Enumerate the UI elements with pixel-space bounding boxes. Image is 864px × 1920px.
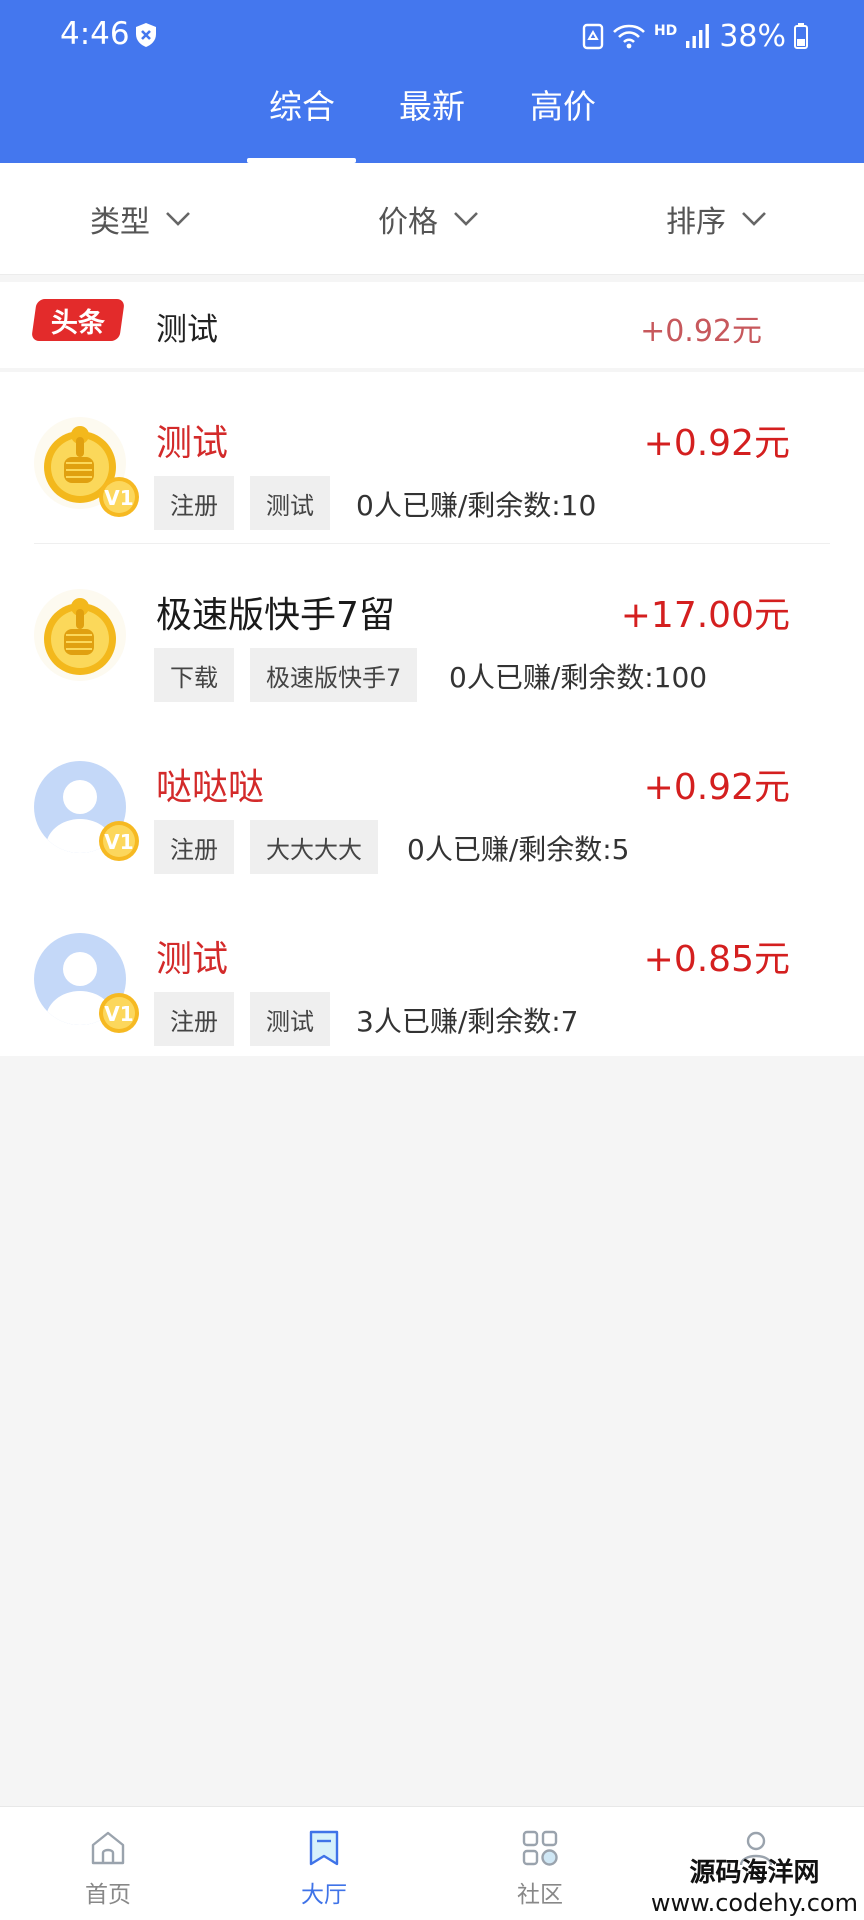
- watermark: 源码海洋网 www.codehy.com: [651, 1858, 858, 1918]
- task-tag: 下载: [154, 648, 234, 702]
- vip-level-icon: V1: [99, 821, 139, 861]
- task-item[interactable]: V1 测试 +0.92元 注册 测试 0人已赚/剩余数:10: [0, 372, 864, 544]
- task-tag: 注册: [154, 820, 234, 874]
- nav-home[interactable]: 首页: [48, 1827, 168, 1909]
- filter-price-label: 价格: [378, 205, 438, 240]
- task-tag: 注册: [154, 476, 234, 530]
- headline-title: 测试: [156, 312, 218, 348]
- nav-community[interactable]: 社区: [480, 1827, 600, 1909]
- watermark-line1: 源码海洋网: [689, 1858, 820, 1888]
- chevron-down-icon: [454, 212, 478, 226]
- headline-badge: 头条: [31, 299, 125, 341]
- nav-hall[interactable]: 大厅: [264, 1827, 384, 1909]
- task-reward: +0.92元: [643, 767, 790, 808]
- thumbs-up-coin-avatar: [34, 589, 126, 681]
- task-stats: 0人已赚/剩余数:5: [407, 833, 630, 866]
- vip-level-icon: V1: [99, 477, 139, 517]
- home-icon: [91, 1831, 125, 1865]
- headline-banner[interactable]: 头条 测试 +0.92元: [0, 282, 864, 368]
- hall-icon: [309, 1830, 339, 1866]
- task-title: 哒哒哒: [156, 767, 265, 808]
- shield-icon: [136, 23, 156, 47]
- status-right-group: HD 38%: [582, 16, 808, 56]
- task-reward: +0.92元: [643, 423, 790, 464]
- recycle-icon: [582, 23, 604, 50]
- tab-bar: 综合 最新 高价: [0, 76, 864, 163]
- app-header: 4:46 HD 38% 综合 最新 高价: [0, 0, 864, 163]
- task-stats: 0人已赚/剩余数:100: [449, 661, 708, 694]
- task-title: 极速版快手7留: [156, 595, 395, 636]
- task-tag: 测试: [250, 476, 330, 530]
- task-stats: 0人已赚/剩余数:10: [356, 489, 597, 522]
- nav-home-label: 首页: [85, 1882, 131, 1908]
- nav-community-label: 社区: [517, 1882, 563, 1908]
- chevron-down-icon: [742, 212, 766, 226]
- filter-type-label: 类型: [90, 205, 150, 240]
- task-list: V1 测试 +0.92元 注册 测试 0人已赚/剩余数:10 极速版快手7留 +…: [0, 372, 864, 1056]
- task-tag: 极速版快手7: [250, 648, 418, 702]
- task-item[interactable]: V1 测试 +0.85元 注册 测试 3人已赚/剩余数:7: [0, 888, 864, 1060]
- task-item[interactable]: 极速版快手7留 +17.00元 下载 极速版快手7 0人已赚/剩余数:100: [0, 544, 864, 716]
- battery-icon: [794, 23, 808, 49]
- wifi-icon: [613, 24, 645, 49]
- task-item[interactable]: V1 哒哒哒 +0.92元 注册 大大大大 0人已赚/剩余数:5: [0, 716, 864, 888]
- task-tag: 注册: [154, 992, 234, 1046]
- tab-latest[interactable]: 最新: [377, 80, 487, 128]
- status-time: 4:46: [60, 16, 130, 52]
- filter-sort[interactable]: 排序: [666, 197, 768, 241]
- task-title: 测试: [156, 423, 229, 464]
- filter-type[interactable]: 类型: [90, 197, 192, 241]
- tab-comprehensive[interactable]: 综合: [247, 80, 357, 128]
- tab-high-price[interactable]: 高价: [508, 80, 618, 128]
- grid-icon: [522, 1830, 558, 1866]
- status-bar: 4:46 HD 38%: [0, 0, 864, 70]
- task-title: 测试: [156, 939, 229, 980]
- headline-reward: +0.92元: [640, 314, 762, 349]
- watermark-line2: www.codehy.com: [650, 1889, 858, 1917]
- task-reward: +0.85元: [643, 939, 790, 980]
- svg-text:V1: V1: [104, 1002, 133, 1026]
- nav-hall-label: 大厅: [301, 1882, 347, 1908]
- signal-icon: [686, 24, 710, 48]
- task-tag: 测试: [250, 992, 330, 1046]
- network-label: HD: [653, 23, 678, 39]
- task-stats: 3人已赚/剩余数:7: [356, 1005, 579, 1038]
- chevron-down-icon: [166, 212, 190, 226]
- task-tag: 大大大大: [250, 820, 378, 874]
- battery-percent: 38%: [719, 18, 786, 54]
- filter-price[interactable]: 价格: [378, 197, 480, 241]
- headline-badge-text: 头条: [51, 307, 105, 339]
- filter-sort-label: 排序: [666, 205, 726, 240]
- svg-text:V1: V1: [104, 486, 133, 510]
- vip-level-icon: V1: [99, 993, 139, 1033]
- task-reward: +17.00元: [620, 595, 790, 636]
- svg-text:V1: V1: [104, 830, 133, 854]
- filter-bar: 类型 价格 排序: [0, 163, 864, 275]
